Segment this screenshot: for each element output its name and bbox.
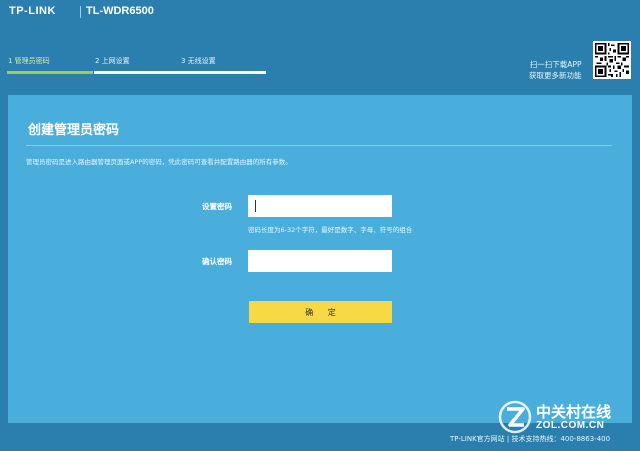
step-label: 3 无线设置 xyxy=(181,57,216,65)
qr-code-icon xyxy=(593,41,631,79)
step-label: 2 上网设置 xyxy=(95,57,130,65)
page-title: 创建管理员密码 xyxy=(28,123,120,138)
watermark-en: ZOL.COM.CN xyxy=(536,420,605,431)
step-progress-bar xyxy=(94,71,180,74)
ok-button[interactable]: 确 定 xyxy=(249,301,392,323)
setup-steps: 1 管理员密码 2 上网设置 3 无线设置 xyxy=(0,56,280,76)
confirm-password-input[interactable] xyxy=(248,250,392,272)
app-promo-line1: 扫一扫下载APP xyxy=(529,60,582,69)
watermark-cn: 中关村在线 xyxy=(536,403,612,421)
step-label: 1 管理员密码 xyxy=(8,57,50,65)
model-name: TL-WDR6500 xyxy=(86,5,154,17)
header-divider xyxy=(80,6,81,18)
step-wireless-settings: 3 无线设置 xyxy=(180,56,266,74)
panel-description: 管理员密码是进入路由器管理页面或APP的密码，凭此密码可查看并配置路由器的所有参… xyxy=(26,158,292,166)
confirm-password-label: 确认密码 xyxy=(202,257,232,266)
text-caret xyxy=(255,200,256,212)
password-label: 设置密码 xyxy=(202,202,232,211)
footer-links: TP-LINK官方网站 | 技术支持热线：400-8863-400 xyxy=(450,435,611,443)
create-password-panel: 创建管理员密码 管理员密码是进入路由器管理页面或APP的密码，凭此密码可查看并配… xyxy=(8,95,632,423)
step-internet-settings: 2 上网设置 xyxy=(94,56,180,74)
step-progress-bar xyxy=(180,71,266,74)
top-header: TP-LINK TL-WDR6500 xyxy=(0,0,640,24)
title-divider xyxy=(26,145,612,146)
step-admin-password: 1 管理员密码 xyxy=(7,56,93,74)
zol-watermark: 中关村在线 ZOL.COM.CN xyxy=(498,400,638,434)
app-promo-line2: 获取更多新功能 xyxy=(529,71,582,80)
password-hint: 密码长度为6-32个字符，最好是数字、字母、符号的组合 xyxy=(248,226,413,234)
zol-logo-icon xyxy=(498,400,532,434)
password-input[interactable] xyxy=(248,195,392,217)
step-progress-bar xyxy=(7,71,93,74)
brand-logo: TP-LINK xyxy=(9,5,56,17)
app-download-promo: 扫一扫下载APP 获取更多新功能 xyxy=(529,59,582,81)
